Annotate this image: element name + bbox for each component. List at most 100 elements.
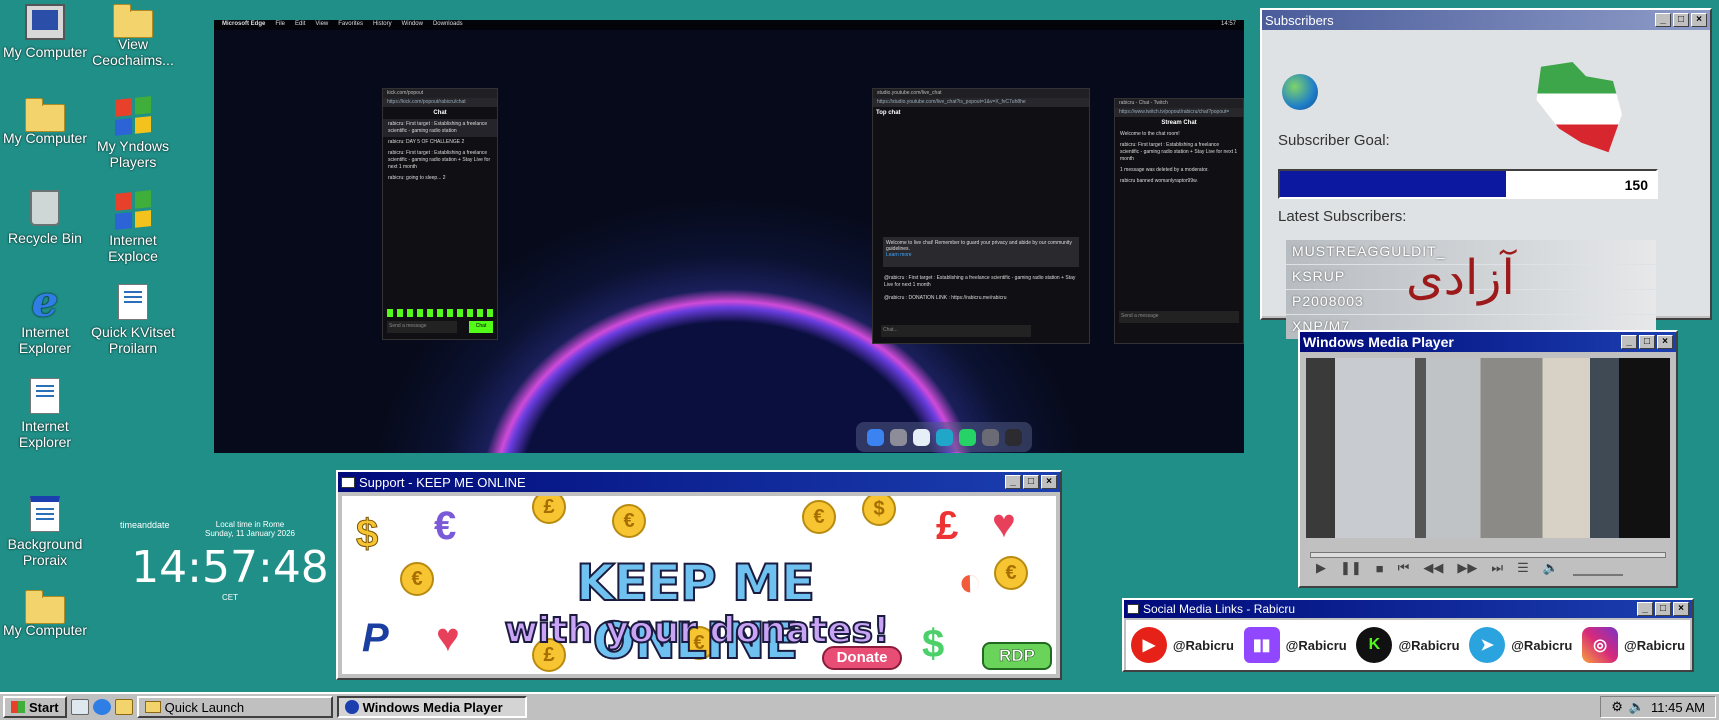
window-titlebar[interactable]: Windows Media Player _ □ × xyxy=(1300,332,1676,352)
window-titlebar[interactable]: Subscribers _ □ × xyxy=(1262,10,1710,30)
clock-timezone: CET xyxy=(222,593,238,602)
clock-brand: timeanddate xyxy=(120,520,170,530)
pound-icon: £ xyxy=(936,504,959,548)
desktop-icon-internet-exploce[interactable]: Internet Exploce xyxy=(88,190,178,264)
youtube-chat-popup[interactable]: studio.youtube.com/live_chat https://stu… xyxy=(872,88,1090,344)
desktop-icon-my-yndows-players[interactable]: My Yndows Players xyxy=(88,96,178,170)
pause-icon[interactable]: ❚❚ xyxy=(1340,560,1362,576)
social-link-telegram[interactable]: ➤ @Rabicru xyxy=(1469,627,1572,663)
close-button[interactable]: × xyxy=(1041,475,1057,489)
desktop-icon-internet-explorer-2[interactable]: Internet Explorer xyxy=(0,378,90,450)
quicklaunch-ie-icon[interactable] xyxy=(92,699,111,715)
chat-input[interactable]: Send a message xyxy=(1119,311,1239,323)
overlay-persian-text: آزادی xyxy=(1406,250,1515,306)
subscribers-window[interactable]: Subscribers _ □ × Subscriber Goal: 150 L… xyxy=(1260,8,1712,339)
volume-icon[interactable]: 🔈 xyxy=(1629,699,1645,715)
launchpad-icon[interactable] xyxy=(889,428,907,446)
volume-slider[interactable] xyxy=(1572,566,1623,576)
desktop-icon-view-ceochaims[interactable]: View Ceochaims... xyxy=(88,4,178,68)
menu-app[interactable]: Microsoft Edge xyxy=(222,21,265,29)
maximize-button[interactable]: □ xyxy=(1655,602,1671,616)
prev-icon[interactable]: ⏮ xyxy=(1398,560,1410,576)
forward-icon[interactable]: ▶▶ xyxy=(1457,560,1477,576)
popup-titlebar[interactable]: kick.com/popout xyxy=(383,89,497,98)
start-button[interactable]: Start xyxy=(3,696,67,718)
social-handle: @Rabicru xyxy=(1624,637,1686,653)
desktop-icon-background-proraix[interactable]: Background Proraix xyxy=(0,496,90,568)
desktop-icon-internet-explorer[interactable]: e Internet Explorer xyxy=(0,281,90,357)
kick-chat-popup[interactable]: kick.com/popout https://kick.com/popout/… xyxy=(382,88,498,340)
menu-favorites[interactable]: Favorites xyxy=(338,21,363,29)
menu-window[interactable]: Window xyxy=(402,21,423,29)
popup-header[interactable]: Top chat xyxy=(873,107,1089,119)
desktop-icon-label: Internet Exploce xyxy=(108,232,158,264)
settings-icon[interactable] xyxy=(981,428,999,446)
latest-subscribers-label: Latest Subscribers: xyxy=(1278,208,1407,225)
menu-file[interactable]: File xyxy=(275,21,285,29)
chat-send-button[interactable]: Chat xyxy=(469,321,493,333)
computer-icon xyxy=(25,4,65,40)
safari-icon[interactable] xyxy=(912,428,930,446)
window-titlebar[interactable]: Social Media Links - Rabicru _ □ × xyxy=(1124,600,1692,618)
stop-icon[interactable]: ■ xyxy=(1376,561,1384,576)
popup-url[interactable]: https://www.twitch.tv/popout/rabicru/cha… xyxy=(1115,108,1243,117)
paypal-icon: P xyxy=(362,616,389,660)
playlist-icon[interactable]: ☰ xyxy=(1517,560,1529,576)
quicklaunch-outlook-icon[interactable] xyxy=(114,699,133,715)
finder-icon[interactable] xyxy=(866,428,884,446)
donate-button[interactable]: Donate xyxy=(822,646,902,670)
minimize-button[interactable]: _ xyxy=(1637,602,1653,616)
volume-icon[interactable]: 🔈 xyxy=(1543,560,1559,576)
tray-clock[interactable]: 11:45 AM xyxy=(1651,700,1705,715)
minimize-button[interactable]: _ xyxy=(1655,13,1671,27)
popup-url[interactable]: https://kick.com/popout/rabicru/chat xyxy=(383,98,497,107)
windows-media-player-window[interactable]: Windows Media Player _ □ × ▶ ❚❚ ■ ⏮ ◀◀ ▶… xyxy=(1298,330,1678,588)
desktop-icon-recycle-bin[interactable]: Recycle Bin xyxy=(0,190,90,246)
chat-input[interactable]: Send a message xyxy=(387,321,457,333)
desktop-icon-my-computer-3[interactable]: My Computer xyxy=(0,590,90,638)
rewind-icon[interactable]: ◀◀ xyxy=(1423,560,1443,576)
next-icon[interactable]: ⏭ xyxy=(1491,560,1503,576)
desktop-icon-my-computer-2[interactable]: My Computer xyxy=(0,98,90,146)
maximize-button[interactable]: □ xyxy=(1673,13,1689,27)
window-app-icon xyxy=(341,476,355,488)
learn-more-link[interactable]: Learn more xyxy=(886,252,912,258)
social-link-kick[interactable]: K @Rabicru xyxy=(1356,627,1460,663)
twitch-chat-popup[interactable]: rabicru - Chat - Twitch https://www.twit… xyxy=(1114,98,1244,344)
maximize-button[interactable]: □ xyxy=(1639,335,1655,349)
obs-icon[interactable] xyxy=(1004,428,1022,446)
menu-history[interactable]: History xyxy=(373,21,392,29)
play-icon[interactable]: ▶ xyxy=(1316,560,1326,576)
minimize-button[interactable]: _ xyxy=(1005,475,1021,489)
quicklaunch-desktop-icon[interactable] xyxy=(70,699,89,715)
close-button[interactable]: × xyxy=(1673,602,1689,616)
taskbar-quick-launch[interactable]: Quick Launch xyxy=(136,696,333,718)
whatsapp-icon[interactable] xyxy=(958,428,976,446)
chat-input[interactable]: Chat... xyxy=(881,325,1031,337)
close-button[interactable]: × xyxy=(1657,335,1673,349)
popup-url[interactable]: https://studio.youtube.com/live_chat?is_… xyxy=(873,98,1089,107)
social-links-window[interactable]: Social Media Links - Rabicru _ □ × ▶ @Ra… xyxy=(1122,598,1694,672)
window-titlebar[interactable]: Support - KEEP ME ONLINE _ □ × xyxy=(338,472,1060,492)
chat-message: rabicru: First target : Establishing a f… xyxy=(1120,142,1238,162)
clock-date: Sunday, 11 January 2026 xyxy=(205,529,295,538)
network-icon[interactable]: ⚙ xyxy=(1611,699,1623,715)
menu-view[interactable]: View xyxy=(315,21,328,29)
menu-edit[interactable]: Edit xyxy=(295,21,305,29)
emote-bar[interactable] xyxy=(387,309,493,317)
rdp-button[interactable]: RDP xyxy=(982,642,1052,670)
support-window[interactable]: Support - KEEP ME ONLINE _ □ × $ € £ ♥ ♥… xyxy=(336,470,1062,680)
social-link-twitch[interactable]: ▮▮ @Rabicru xyxy=(1243,627,1347,663)
menu-downloads[interactable]: Downloads xyxy=(433,21,463,29)
social-link-instagram[interactable]: ◎ @Rabicru xyxy=(1582,627,1685,663)
popup-titlebar[interactable]: studio.youtube.com/live_chat xyxy=(873,89,1089,98)
social-link-youtube[interactable]: ▶ @Rabicru xyxy=(1130,627,1234,663)
maximize-button[interactable]: □ xyxy=(1023,475,1039,489)
desktop-icon-quick-kvitset[interactable]: Quick KVitset Proilarn xyxy=(88,284,178,356)
desktop-icon-my-computer[interactable]: My Computer xyxy=(0,4,90,60)
close-button[interactable]: × xyxy=(1691,13,1707,27)
minimize-button[interactable]: _ xyxy=(1621,335,1637,349)
edge-icon[interactable] xyxy=(935,428,953,446)
taskbar-windows-media-player[interactable]: Windows Media Player xyxy=(336,696,527,718)
popup-titlebar[interactable]: rabicru - Chat - Twitch xyxy=(1115,99,1243,108)
